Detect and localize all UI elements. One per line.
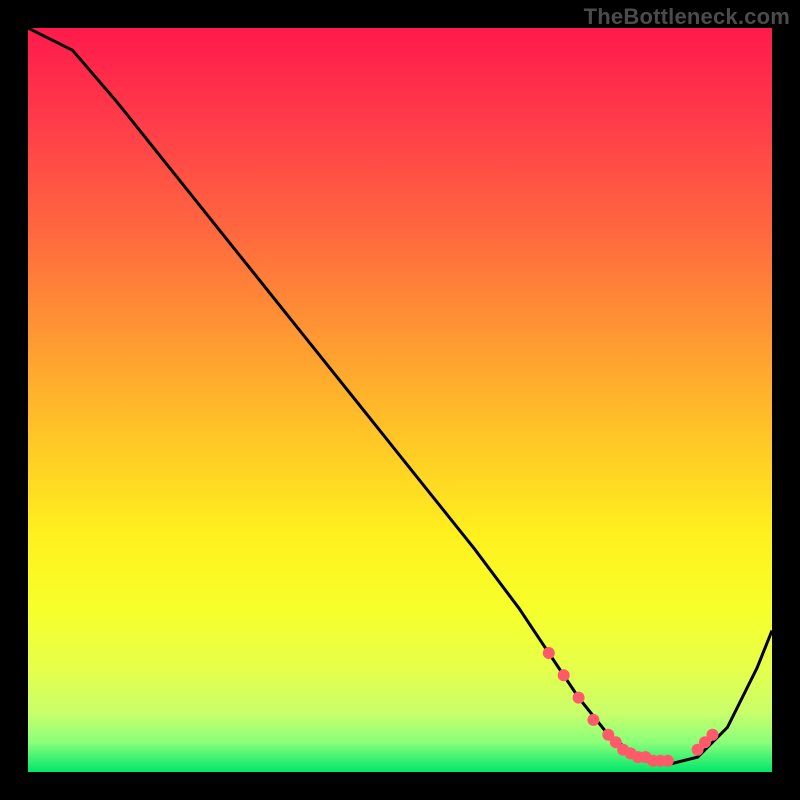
plot-outer <box>28 28 772 772</box>
data-marker <box>558 669 570 681</box>
data-marker <box>573 692 585 704</box>
plot-area <box>28 28 772 772</box>
data-marker <box>662 755 674 767</box>
chart-svg <box>28 28 772 772</box>
gradient-background <box>28 28 772 772</box>
data-marker <box>707 729 719 741</box>
data-marker <box>587 714 599 726</box>
chart-frame: TheBottleneck.com <box>0 0 800 800</box>
watermark-text: TheBottleneck.com <box>584 4 790 30</box>
data-marker <box>543 647 555 659</box>
